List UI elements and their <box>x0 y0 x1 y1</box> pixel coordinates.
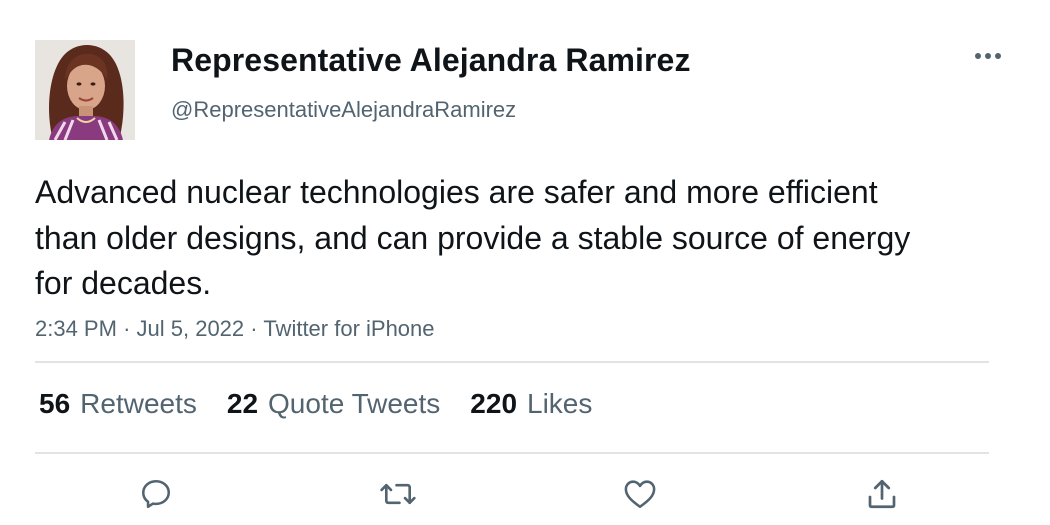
quote-tweets-count: 22 <box>226 388 259 419</box>
quote-tweets-label: Quote Tweets <box>268 388 441 419</box>
reply-icon <box>141 479 171 509</box>
tweet-date[interactable]: Jul 5, 2022 <box>137 316 245 341</box>
share-button[interactable] <box>862 474 902 514</box>
tweet-text: Advanced nuclear technologies are safer … <box>35 174 911 301</box>
retweets-label: Retweets <box>80 388 197 419</box>
likes-label: Likes <box>527 388 593 419</box>
share-icon <box>868 479 896 509</box>
tweet-source[interactable]: Twitter for iPhone <box>263 316 434 341</box>
profile-photo-icon <box>35 40 135 140</box>
meta-separator: · <box>123 316 137 341</box>
quote-tweets-stat[interactable]: 22 Quote Tweets <box>227 388 440 420</box>
meta-separator: · <box>250 316 264 341</box>
retweets-count: 56 <box>39 388 71 419</box>
like-button[interactable] <box>620 474 660 514</box>
divider <box>35 361 989 363</box>
tweet-metadata: 2:34 PM · Jul 5, 2022 · Twitter for iPho… <box>35 316 435 342</box>
tweet-card: Representative Alejandra Ramirez @Repres… <box>0 0 1050 525</box>
engagement-stats: 56 Retweets 22 Quote Tweets 220 Likes <box>39 388 592 420</box>
author-handle[interactable]: @RepresentativeAlejandraRamirez <box>171 97 516 123</box>
likes-stat[interactable]: 220 Likes <box>470 388 592 420</box>
reply-button[interactable] <box>136 474 176 514</box>
more-options-button[interactable] <box>968 44 1008 68</box>
retweets-stat[interactable]: 56 Retweets <box>39 388 197 420</box>
heart-icon <box>624 480 656 509</box>
divider <box>35 452 989 454</box>
likes-count: 220 <box>470 388 518 419</box>
retweet-button[interactable] <box>378 474 418 514</box>
author-display-name[interactable]: Representative Alejandra Ramirez <box>171 42 691 79</box>
retweet-icon <box>380 483 416 505</box>
more-horizontal-icon <box>975 53 1001 59</box>
avatar[interactable] <box>35 40 135 140</box>
tweet-time[interactable]: 2:34 PM <box>35 316 117 341</box>
